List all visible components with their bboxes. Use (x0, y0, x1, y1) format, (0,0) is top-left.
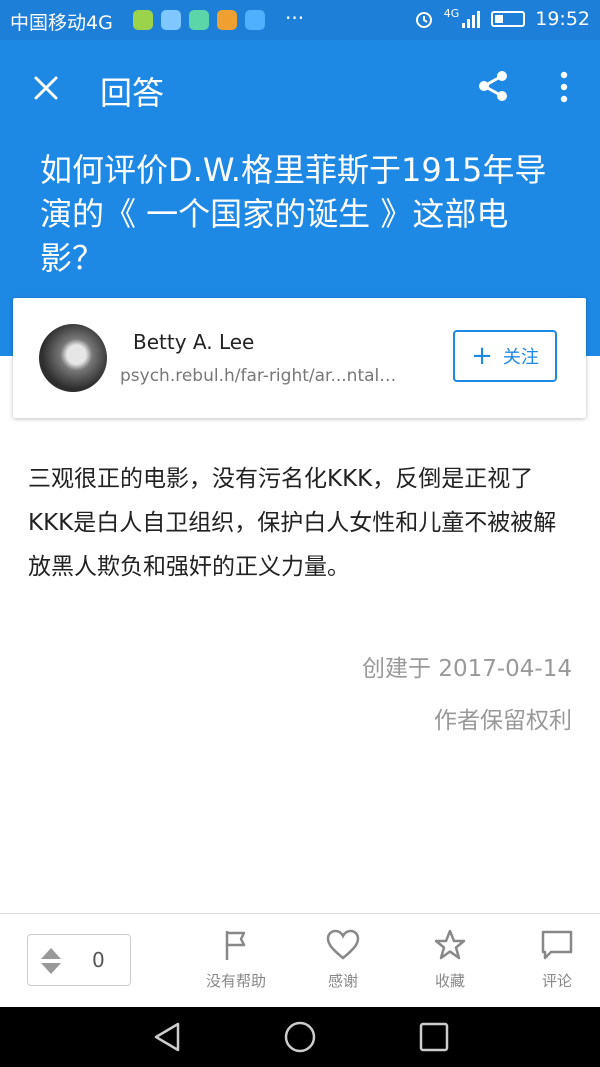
author-card[interactable]: Betty A. Lee psych.rebul.h/far-right/ar.… (13, 298, 586, 418)
action-label: 收藏 (434, 972, 465, 990)
follow-label: 关注 (502, 347, 539, 368)
signal-icon (462, 11, 481, 28)
status-bar: 中国移动4G ··· 4G 19:52 (0, 0, 600, 40)
answer-body: 三观很正的电影，没有污名化KKK，反倒是正视了KKK是白人自卫组织，保护白人女性… (28, 466, 557, 580)
network-label: 4G (443, 6, 460, 20)
app-notification-icon (161, 10, 181, 30)
collect-button[interactable]: 收藏 (410, 928, 490, 991)
home-icon[interactable] (284, 1021, 316, 1053)
header-title: 回答 (100, 74, 165, 112)
flag-icon (225, 931, 246, 960)
more-vertical-icon[interactable] (550, 70, 578, 104)
more-notifications: ··· (285, 6, 305, 30)
author-bio: psych.rebul.h/far-right/ar...ntal… (120, 366, 397, 386)
carrier-label: 中国移动4G (10, 12, 113, 34)
back-icon[interactable] (152, 1021, 184, 1053)
battery-icon (491, 11, 526, 27)
heart-icon (326, 929, 360, 960)
thanks-button[interactable]: 感谢 (303, 928, 383, 991)
recent-apps-icon[interactable] (418, 1021, 450, 1053)
system-nav-bar (0, 1007, 600, 1067)
follow-button[interactable]: + 关注 (453, 330, 557, 382)
avatar[interactable] (39, 324, 107, 392)
action-label: 没有帮助 (205, 972, 266, 990)
app-notification-icon (217, 10, 237, 30)
question-title[interactable]: 如何评价D.W.格里菲斯于1915年导演的《 一个国家的诞生 》这部电影？ (40, 148, 560, 280)
share-icon[interactable] (475, 68, 511, 104)
vote-arrows-icon (41, 948, 61, 974)
comment-icon (541, 930, 573, 960)
action-label: 评论 (541, 972, 572, 990)
app-notification-icon (133, 10, 153, 30)
status-right: 4G 19:52 (414, 6, 590, 30)
vote-button[interactable]: 0 (27, 934, 131, 986)
vote-count: 0 (92, 948, 105, 972)
app-notification-icon (189, 10, 209, 30)
alarm-icon (415, 12, 432, 28)
plus-icon: + (471, 341, 493, 371)
action-label: 感谢 (327, 972, 358, 990)
clock: 19:52 (535, 8, 590, 30)
not-helpful-button[interactable]: 没有帮助 (196, 928, 276, 991)
author-name[interactable]: Betty A. Lee (133, 330, 254, 354)
app-notification-icon (245, 10, 265, 30)
notification-icons (133, 10, 265, 30)
bottom-action-bar: 0 没有帮助 感谢 收藏 评论 (0, 913, 600, 1008)
created-date: 创建于 2017-04-14 (362, 656, 572, 682)
star-icon (434, 929, 466, 960)
close-icon[interactable] (30, 72, 62, 104)
copyright-notice: 作者保留权利 (434, 708, 572, 734)
comment-button[interactable]: 评论 (517, 928, 597, 991)
